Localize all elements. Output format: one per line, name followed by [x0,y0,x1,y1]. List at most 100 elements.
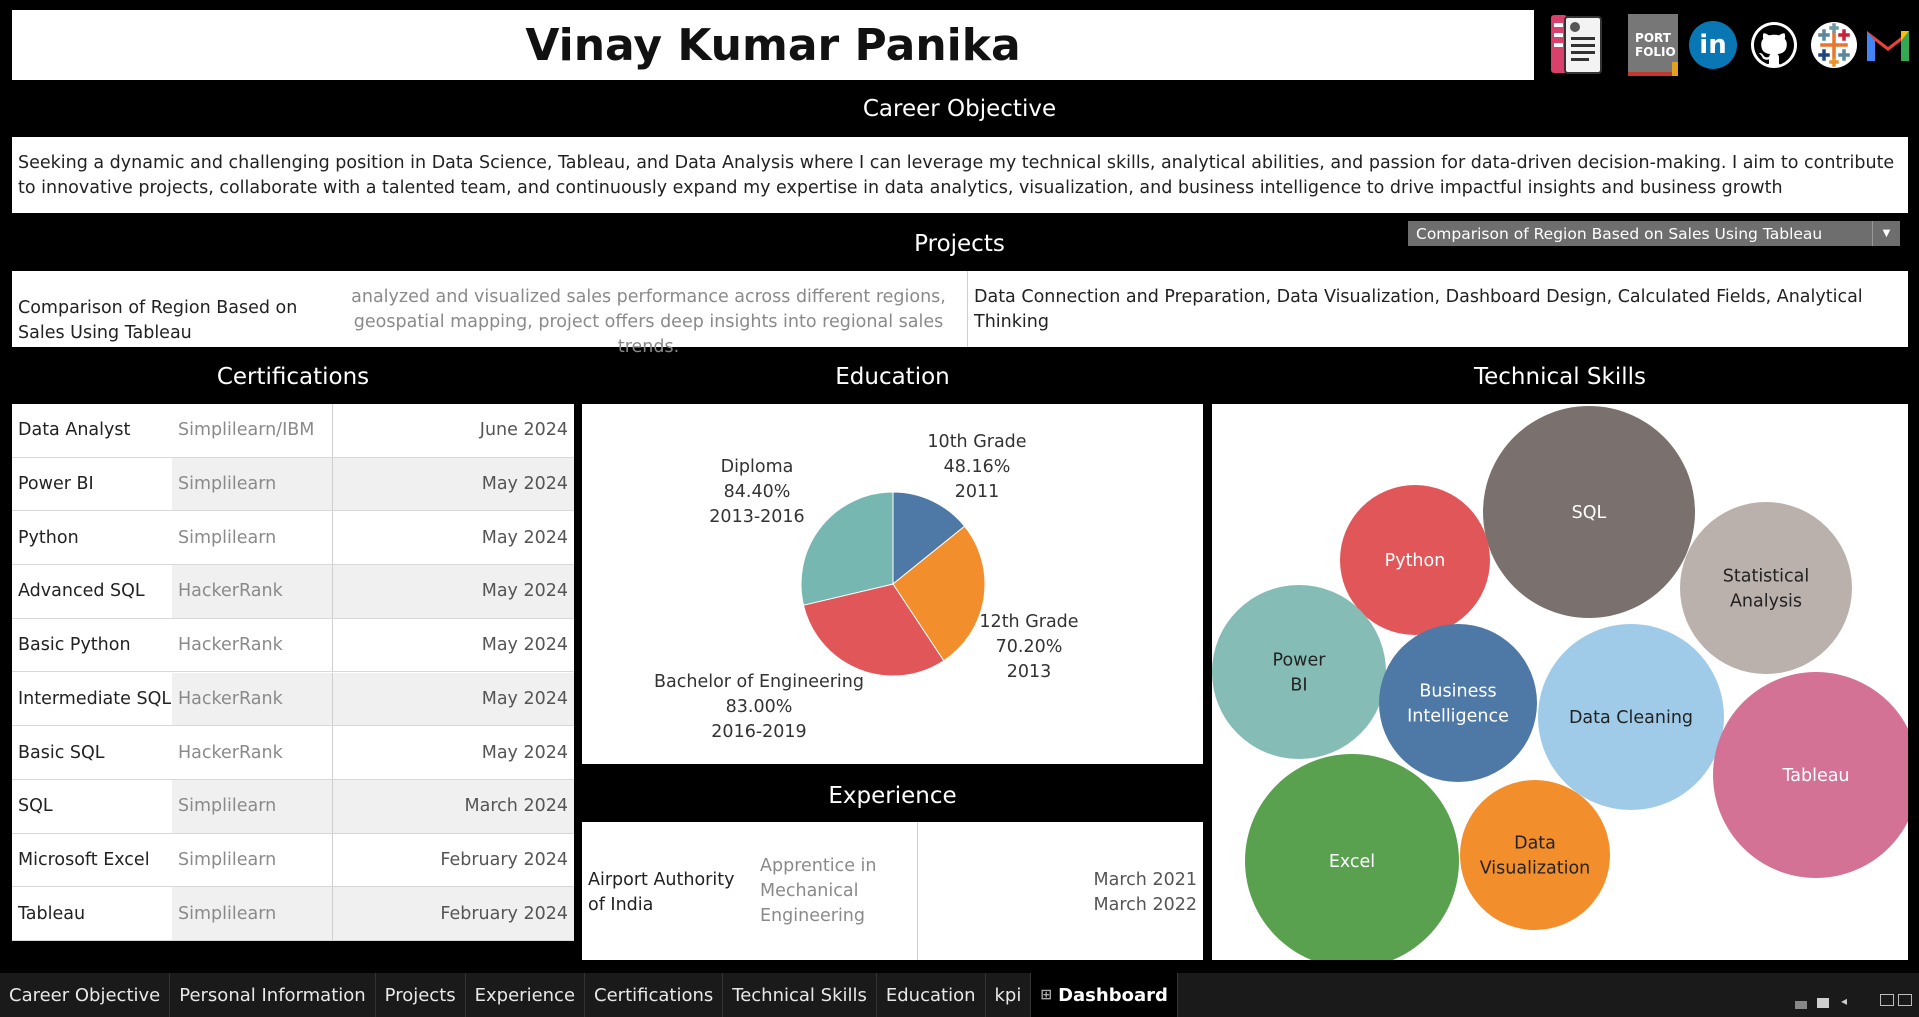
education-pie-chart: 10th Grade 48.16% 2011 12th Grade 70.20%… [582,404,1203,764]
pie-label-period: 2016-2019 [711,722,807,742]
experience-dates: March 2021 March 2022 [918,822,1203,960]
certification-date: May 2024 [332,457,574,511]
certification-row: Advanced SQL HackerRank May 2024 [12,565,574,619]
skill-bubble[interactable] [1460,780,1610,930]
skill-label: Python [1385,551,1446,571]
pie-label-diploma: Diploma 84.40% 2013-2016 [702,455,812,530]
pie-label-10th: 10th Grade 48.16% 2011 [922,430,1032,505]
certification-issuer: Simplilearn [172,779,332,833]
tab-certifications[interactable]: Certifications [585,973,724,1017]
skill-bubble[interactable] [1212,585,1386,759]
certification-row: Basic SQL HackerRank May 2024 [12,726,574,780]
certification-row: Python Simplilearn May 2024 [12,511,574,566]
pie-label-percent: 70.20% [995,637,1063,657]
experience-start-date: March 2021 [1093,870,1197,890]
pie-label-text: Bachelor of Engineering [654,672,864,692]
experience-heading: Experience [828,783,957,809]
tab-label: Dashboard [1058,984,1168,1006]
github-icon[interactable] [1743,14,1805,76]
certification-issuer: HackerRank [172,618,332,672]
pie-label-percent: 48.16% [943,457,1011,477]
pie-label-12th: 12th Grade 70.20% 2013 [974,610,1084,685]
experience-end-date: March 2022 [1093,895,1197,915]
tab-label: Experience [474,984,576,1006]
tab-projects[interactable]: Projects [376,973,466,1017]
project-row: Comparison of Region Based on Sales Usin… [12,271,1908,357]
education-heading: Education [835,364,950,390]
certification-name: Data Analyst [18,420,131,441]
certification-issuer: HackerRank [172,565,332,618]
certification-date: May 2024 [332,511,574,565]
certification-issuer: Simplilearn [172,457,332,511]
page-title: Vinay Kumar Panika [525,19,1021,71]
pie-label-percent: 84.40% [723,482,791,502]
portfolio-icon[interactable]: PORT FOLIO [1622,14,1684,76]
project-description: analyzed and visualized sales performanc… [330,271,968,357]
certification-row: Power BI Simplilearn May 2024 [12,457,574,512]
certification-name: Tableau [18,903,86,924]
certifications-table: Data Analyst Simplilearn/IBM June 2024 Powe… [12,404,574,941]
career-objective-text: Seeking a dynamic and challenging positi… [12,137,1908,213]
certification-issuer: Simplilearn/IBM [172,404,332,457]
experience-row: Airport Authority of India Apprentice in… [582,822,1203,960]
tab-label: Education [885,984,976,1006]
skill-label: Tableau [1781,766,1849,786]
tab-personal-information[interactable]: Personal Information [170,973,376,1017]
pie-label-text: 12th Grade [979,612,1079,632]
pie-label-text: 10th Grade [927,432,1027,452]
certification-issuer: HackerRank [172,672,332,726]
tab-experience[interactable]: Experience [466,973,586,1017]
skill-bubble[interactable] [1379,624,1537,782]
pie-label-period: 2011 [954,482,1000,502]
tab-label: Technical Skills [732,984,867,1006]
certifications-heading: Certifications [216,364,370,390]
tab-education[interactable]: Education [877,973,986,1017]
certification-name: Advanced SQL [18,581,145,602]
experience-company: Airport Authority of India [588,870,735,915]
certification-name: Power BI [18,474,94,495]
chevron-down-icon[interactable]: ▼ [1872,221,1900,246]
certification-date: May 2024 [332,672,574,726]
fullscreen-icon[interactable] [1880,994,1894,1006]
project-name: Comparison of Region Based on Sales Usin… [18,298,298,343]
certification-date: May 2024 [332,618,574,672]
view-toggle-icon[interactable] [1795,1001,1807,1009]
skill-bubble[interactable] [1680,502,1852,674]
skills-bubble-svg: SQLPythonStatistical AnalysisPower BI Busin… [1212,406,1919,968]
certification-date: May 2024 [332,565,574,618]
pie-label-percent: 83.00% [725,697,793,717]
sheet-tab-bar: Career Objective Personal Information Proj… [0,973,1919,1017]
gmail-icon[interactable] [1857,14,1919,76]
tab-dashboard[interactable]: ⊞ Dashboard [1031,973,1178,1017]
certification-name: Python [18,527,79,548]
certification-issuer: Simplilearn [172,887,332,940]
resume-icon[interactable] [1546,14,1608,76]
linkedin-icon[interactable]: in [1682,14,1744,76]
tab-career-objective[interactable]: Career Objective [0,973,171,1017]
project-skills: Data Connection and Preparation, Data Vi… [974,287,1863,332]
certification-date: February 2024 [332,833,574,887]
certification-issuer: HackerRank [172,726,332,779]
tab-label: Certifications [594,984,714,1006]
tab-label: Projects [384,984,456,1006]
square-view-icon[interactable] [1817,998,1829,1008]
experience-role: Apprentice in Mechanical Engineering [754,822,918,960]
portfolio-icon-text: PORT FOLIO [1635,31,1676,59]
skill-label: Data Cleaning [1569,708,1693,728]
pie-label-period: 2013 [1006,662,1052,682]
tab-label: Personal Information [179,984,366,1006]
tab-kpi[interactable]: kpi [986,973,1032,1017]
tab-technical-skills[interactable]: Technical Skills [723,973,877,1017]
certification-date: May 2024 [332,726,574,779]
certification-row: Basic Python HackerRank May 2024 [12,618,574,673]
tableau-icon[interactable] [1803,14,1865,76]
certification-name: Microsoft Excel [18,849,150,870]
present-icon[interactable] [1898,994,1912,1006]
certification-date: June 2024 [332,404,574,457]
certification-row: Intermediate SQL HackerRank May 2024 [12,672,574,727]
technical-skills-bubble-chart: SQL Python Statistical Analysis Power BI Busin… [1212,404,1919,968]
certification-name: Intermediate SQL [18,688,172,709]
certification-name: Basic Python [18,635,131,656]
chevron-left-icon[interactable]: ◂ [1841,994,1847,1008]
project-selector-dropdown[interactable]: Comparison of Region Based on Sales Usin… [1408,221,1900,246]
